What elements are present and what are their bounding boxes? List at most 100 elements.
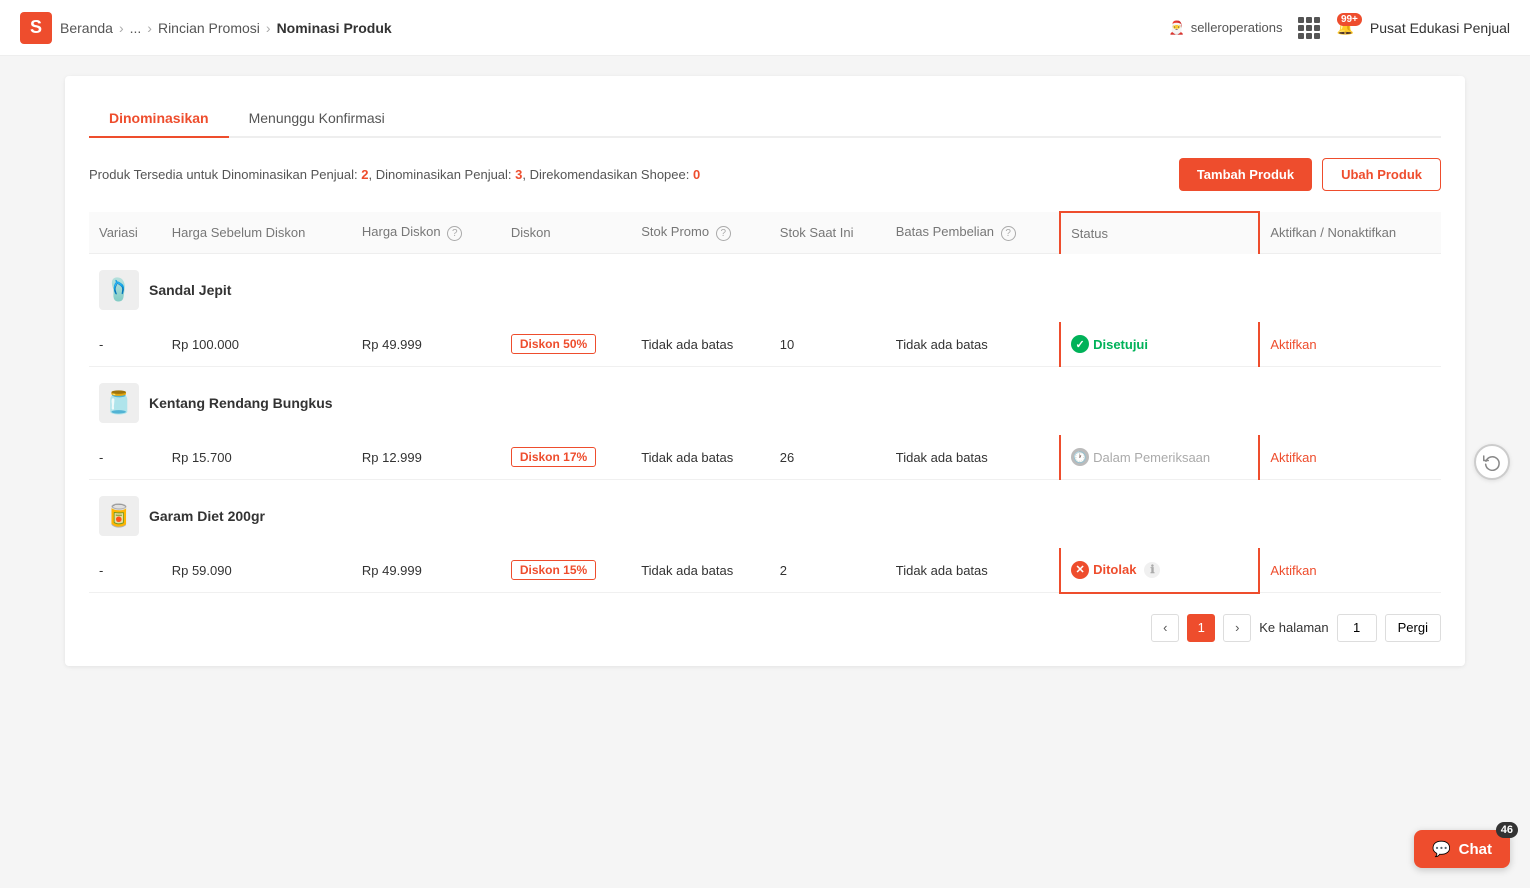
notification-badge: 99+ [1337,13,1362,26]
product-nomination-card: Dinominasikan Menunggu Konfirmasi Produk… [65,76,1465,666]
chat-icon: 💬 [1432,840,1451,858]
breadcrumb-rincian[interactable]: Rincian Promosi [158,20,260,36]
header: S Beranda › ... › Rincian Promosi › Nomi… [0,0,1530,56]
table-row: - Rp 59.090 Rp 49.999 Diskon 15% Tidak a… [89,548,1441,593]
apps-icon[interactable] [1298,17,1320,39]
product-img-sandal: 🩴 [99,270,139,310]
discount-badge-1: Diskon 50% [511,334,596,354]
breadcrumb-sep-1: › [119,20,124,36]
discount-badge-3: Diskon 15% [511,560,596,580]
main-content: Dinominasikan Menunggu Konfirmasi Produk… [45,56,1485,686]
tabs: Dinominasikan Menunggu Konfirmasi [89,100,1441,138]
cell-stok-sekarang-2: 26 [770,435,886,480]
rejected-info-icon[interactable]: ℹ [1144,562,1160,578]
chat-badge: 46 [1496,822,1518,838]
product-name-sandal: 🩴 Sandal Jepit [89,254,1441,323]
pagination: ‹ 1 › Ke halaman Pergi [89,614,1441,642]
username: selleroperations [1191,20,1283,35]
cell-variasi-3: - [89,548,162,593]
user-info: 🎅 selleroperations [1169,20,1283,36]
breadcrumb-home[interactable]: Beranda [60,20,113,36]
refresh-button[interactable] [1474,444,1510,480]
cell-stok-promo-2: Tidak ada batas [631,435,770,480]
table-row: - Rp 100.000 Rp 49.999 Diskon 50% Tidak … [89,322,1441,367]
cell-stok-sekarang-1: 10 [770,322,886,367]
product-img-kentang: 🫙 [99,383,139,423]
batas-help-icon[interactable]: ? [1001,226,1016,241]
cell-batas-1: Tidak ada batas [886,322,1060,367]
go-to-label: Ke halaman [1259,620,1328,635]
product-name-kentang: 🫙 Kentang Rendang Bungkus [89,367,1441,436]
cell-aktifkan-2[interactable]: Aktifkan [1259,435,1441,480]
table-row: - Rp 15.700 Rp 12.999 Diskon 17% Tidak a… [89,435,1441,480]
cell-status-1: ✓ Disetujui [1060,322,1259,367]
cell-harga-sebelum-2: Rp 15.700 [162,435,352,480]
col-diskon: Diskon [501,212,631,254]
tab-dinominasikan[interactable]: Dinominasikan [89,100,229,138]
stok-promo-help-icon[interactable]: ? [716,226,731,241]
col-stok-sekarang: Stok Saat Ini [770,212,886,254]
discount-badge-2: Diskon 17% [511,447,596,467]
table-header-row: Variasi Harga Sebelum Diskon Harga Disko… [89,212,1441,254]
breadcrumb: Beranda › ... › Rincian Promosi › Nomina… [60,20,392,36]
cell-batas-3: Tidak ada batas [886,548,1060,593]
tab-menunggu-konfirmasi[interactable]: Menunggu Konfirmasi [229,100,405,138]
cell-variasi-2: - [89,435,162,480]
cell-aktifkan-3[interactable]: Aktifkan [1259,548,1441,593]
cell-harga-diskon-1: Rp 49.999 [352,322,501,367]
breadcrumb-more[interactable]: ... [130,20,142,36]
product-img-garam: 🥫 [99,496,139,536]
cell-stok-sekarang-3: 2 [770,548,886,593]
breadcrumb-current: Nominasi Produk [277,20,392,36]
chat-button[interactable]: 💬 Chat 46 [1414,830,1510,868]
rejected-icon: ✕ [1071,561,1089,579]
notification-bell[interactable]: 🔔 99+ [1336,19,1353,36]
cell-harga-sebelum-1: Rp 100.000 [162,322,352,367]
change-product-button[interactable]: Ubah Produk [1322,158,1441,191]
edu-center-link[interactable]: Pusat Edukasi Penjual [1370,20,1510,36]
cell-diskon-1: Diskon 50% [501,322,631,367]
cell-diskon-2: Diskon 17% [501,435,631,480]
approved-icon: ✓ [1071,335,1089,353]
cell-diskon-3: Diskon 15% [501,548,631,593]
info-bar: Produk Tersedia untuk Dinominasikan Penj… [89,158,1441,191]
header-right: 🎅 selleroperations 🔔 99+ Pusat Edukasi P… [1169,17,1511,39]
prev-page-button[interactable]: ‹ [1151,614,1179,642]
cell-status-3: ✕ Ditolak ℹ [1060,548,1259,593]
product-table: Variasi Harga Sebelum Diskon Harga Disko… [89,211,1441,594]
action-buttons: Tambah Produk Ubah Produk [1179,158,1441,191]
cell-variasi-1: - [89,322,162,367]
page-input[interactable] [1337,614,1377,642]
harga-diskon-help-icon[interactable]: ? [447,226,462,241]
col-harga-sebelum: Harga Sebelum Diskon [162,212,352,254]
breadcrumb-sep-2: › [147,20,152,36]
header-left: S Beranda › ... › Rincian Promosi › Nomi… [20,12,392,44]
cell-harga-sebelum-3: Rp 59.090 [162,548,352,593]
chat-label: Chat [1459,841,1492,858]
page-1-button[interactable]: 1 [1187,614,1215,642]
table: Variasi Harga Sebelum Diskon Harga Disko… [89,211,1441,594]
cell-batas-2: Tidak ada batas [886,435,1060,480]
col-status: Status [1060,212,1259,254]
col-batas: Batas Pembelian ? [886,212,1060,254]
col-stok-promo: Stok Promo ? [631,212,770,254]
col-aktifkan: Aktifkan / Nonaktifkan [1259,212,1441,254]
cell-aktifkan-1[interactable]: Aktifkan [1259,322,1441,367]
product-row-sandal: 🩴 Sandal Jepit [89,254,1441,323]
col-variasi: Variasi [89,212,162,254]
product-row-kentang: 🫙 Kentang Rendang Bungkus [89,367,1441,436]
cell-stok-promo-3: Tidak ada batas [631,548,770,593]
user-avatar-icon: 🎅 [1169,20,1185,36]
info-text: Produk Tersedia untuk Dinominasikan Penj… [89,167,700,182]
add-product-button[interactable]: Tambah Produk [1179,158,1312,191]
shopee-logo: S [20,12,52,44]
breadcrumb-sep-3: › [266,20,271,36]
review-icon: 🕐 [1071,448,1089,466]
col-harga-diskon: Harga Diskon ? [352,212,501,254]
next-page-button[interactable]: › [1223,614,1251,642]
product-row-garam: 🥫 Garam Diet 200gr [89,480,1441,549]
product-name-garam: 🥫 Garam Diet 200gr [89,480,1441,549]
cell-harga-diskon-3: Rp 49.999 [352,548,501,593]
go-button[interactable]: Pergi [1385,614,1441,642]
cell-harga-diskon-2: Rp 12.999 [352,435,501,480]
